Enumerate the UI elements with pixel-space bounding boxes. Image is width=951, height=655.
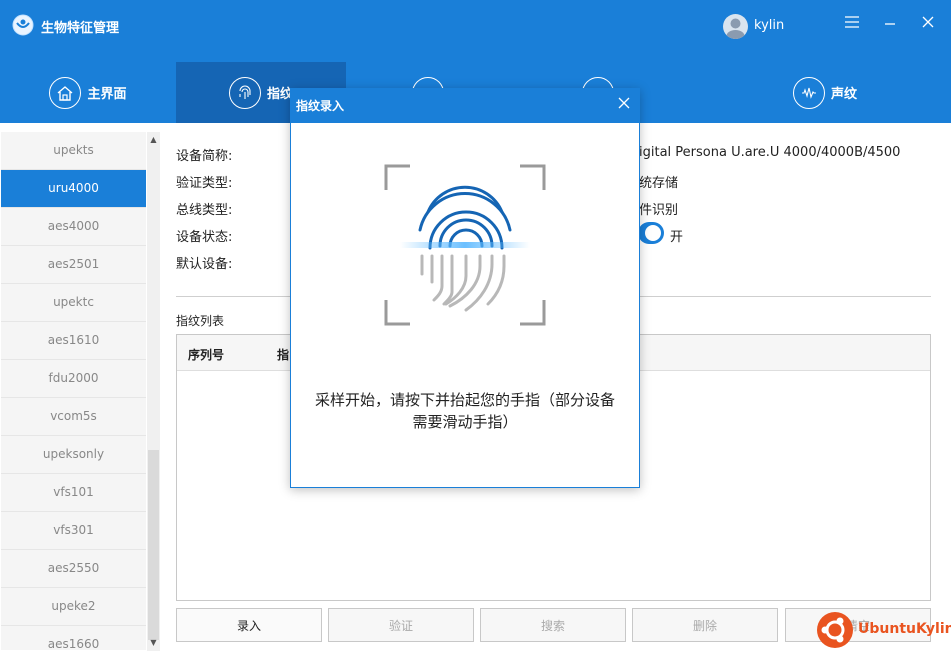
device-name-value: igital Persona U.are.U 4000/4000B/4500	[639, 145, 901, 160]
enroll-dialog-message-line2: 需要滑动手指）	[412, 413, 518, 431]
menu-icon[interactable]	[842, 14, 862, 34]
device-item-uru4000[interactable]: uru4000	[1, 170, 146, 208]
voiceprint-icon	[792, 76, 825, 109]
enroll-dialog-message: 采样开始，请按下并抬起您的手指（部分设备 需要滑动手指）	[291, 389, 639, 433]
fingerprint-list-title: 指纹列表	[176, 314, 225, 328]
fingerprint-scan-icon	[384, 164, 546, 326]
device-status-toggle-knob	[645, 225, 661, 241]
enroll-dialog-message-line1: 采样开始，请按下并抬起您的手指（部分设备	[314, 391, 615, 409]
device-item-aes1660[interactable]: aes1660	[1, 626, 146, 650]
device-name-label: 设备简称:	[176, 149, 233, 164]
device-item-upektc[interactable]: upektc	[1, 284, 146, 322]
device-item-upekts[interactable]: upekts	[1, 132, 146, 170]
dialog-close-icon[interactable]	[615, 95, 633, 114]
device-status-value: 开	[670, 230, 684, 245]
app-logo-icon	[12, 14, 34, 36]
device-item-upeke2[interactable]: upeke2	[1, 588, 146, 626]
device-item-vfs301[interactable]: vfs301	[1, 512, 146, 550]
verify-button[interactable]: 验证	[328, 608, 474, 642]
scroll-up-icon[interactable]: ▲	[147, 134, 160, 146]
identify-type-value: 件识别	[639, 203, 679, 218]
user-name[interactable]: kylin	[754, 18, 784, 33]
verify-type-label: 验证类型:	[176, 176, 233, 191]
enroll-dialog-title: 指纹录入	[296, 99, 345, 113]
delete-button[interactable]: 删除	[632, 608, 778, 642]
device-item-aes1610[interactable]: aes1610	[1, 322, 146, 360]
user-avatar[interactable]	[723, 14, 748, 39]
ubuntukylin-watermark: UbuntuKylin	[816, 610, 951, 650]
bus-type-label: 总线类型:	[176, 203, 233, 218]
device-list: upekts uru4000 aes4000 aes2501 upektc ae…	[1, 132, 146, 650]
default-device-label: 默认设备:	[176, 257, 233, 272]
column-serial[interactable]: 序列号	[188, 346, 224, 363]
device-item-aes2501[interactable]: aes2501	[1, 246, 146, 284]
search-button[interactable]: 搜索	[480, 608, 626, 642]
minimize-icon[interactable]	[880, 12, 900, 32]
close-icon[interactable]	[918, 14, 938, 34]
device-item-vcom5s[interactable]: vcom5s	[1, 398, 146, 436]
enroll-button[interactable]: 录入	[176, 608, 322, 642]
ubuntukylin-logo-icon	[817, 612, 853, 648]
watermark-text: UbuntuKylin	[858, 621, 951, 637]
device-item-fdu2000[interactable]: fdu2000	[1, 360, 146, 398]
device-item-aes2550[interactable]: aes2550	[1, 550, 146, 588]
tab-voiceprint[interactable]: 声纹	[740, 62, 910, 123]
user-avatar-icon	[726, 18, 745, 39]
home-icon	[49, 76, 82, 109]
scroll-down-icon[interactable]: ▼	[147, 637, 160, 649]
device-item-upeksonly[interactable]: upeksonly	[1, 436, 146, 474]
tab-voiceprint-label: 声纹	[830, 87, 857, 102]
device-status-label: 设备状态:	[176, 230, 233, 245]
tab-main-label: 主界面	[87, 87, 127, 102]
device-item-aes4000[interactable]: aes4000	[1, 208, 146, 246]
storage-type-value: 统存储	[639, 176, 679, 191]
fingerprint-icon	[228, 76, 261, 109]
tab-main[interactable]: 主界面	[0, 62, 176, 123]
column-name[interactable]: 指	[277, 346, 289, 363]
device-list-scroll-thumb[interactable]	[148, 450, 159, 640]
device-item-vfs101[interactable]: vfs101	[1, 474, 146, 512]
app-title: 生物特征管理	[41, 21, 120, 36]
